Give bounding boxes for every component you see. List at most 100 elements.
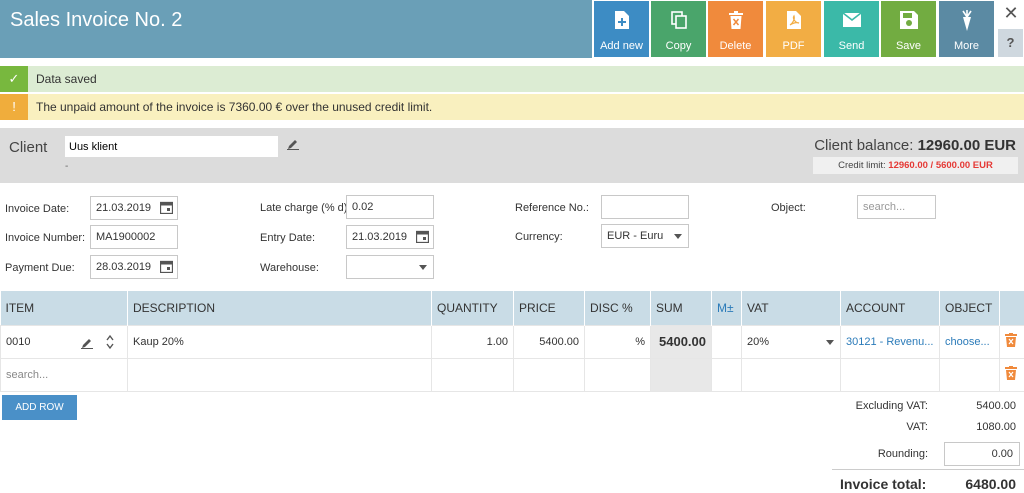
col-account: ACCOUNT <box>840 291 940 325</box>
delete-row-cell[interactable] <box>999 324 1024 359</box>
delete-button[interactable]: Delete <box>708 1 763 57</box>
description-cell[interactable] <box>127 357 432 392</box>
client-subtext: - <box>65 161 69 172</box>
col-actions <box>999 291 1024 325</box>
client-name-input[interactable] <box>65 136 278 157</box>
col-item: ITEM <box>0 291 128 325</box>
pencil-icon[interactable] <box>287 138 299 153</box>
invoice-rows-table: ITEM DESCRIPTION QUANTITY PRICE DISC % S… <box>0 291 1024 392</box>
add-new-label: Add new <box>600 40 643 52</box>
delete-row-cell[interactable] <box>999 357 1024 392</box>
checkmark-icon: ✓ <box>0 66 28 92</box>
credit-limit-value: 12960.00 / 5600.00 EUR <box>888 160 993 171</box>
client-balance: Client balance: 12960.00 EUR <box>814 137 1016 154</box>
vat-cell[interactable] <box>741 357 841 392</box>
entry-date-field[interactable]: 21.03.2019 <box>346 225 434 249</box>
pdf-button[interactable]: PDF <box>766 1 821 57</box>
account-cell[interactable] <box>840 357 940 392</box>
trash-icon[interactable] <box>1005 333 1017 347</box>
reorder-icon[interactable] <box>106 334 114 350</box>
object-cell[interactable]: choose... <box>939 324 1000 359</box>
quantity-cell[interactable]: 1.00 <box>431 324 514 359</box>
vat-value: 1080.00 <box>976 421 1016 433</box>
table-row: 0010 Kaup 20% 1.00 5400.00 % 5400.00 20%… <box>0 324 1024 359</box>
trash-icon[interactable] <box>1005 366 1017 380</box>
object-cell[interactable] <box>939 357 1000 392</box>
add-new-button[interactable]: Add new <box>594 1 649 57</box>
carrot-icon <box>939 9 994 31</box>
copy-label: Copy <box>665 40 692 52</box>
sum-cell <box>650 357 712 392</box>
col-sum: SUM <box>650 291 712 325</box>
price-cell[interactable] <box>513 357 585 392</box>
save-label: Save <box>895 40 922 52</box>
col-disc: DISC % <box>584 291 651 325</box>
credit-limit: Credit limit: 12960.00 / 5600.00 EUR <box>813 157 1018 174</box>
more-label: More <box>953 40 980 52</box>
warning-icon: ! <box>0 94 28 120</box>
disc-cell[interactable] <box>584 357 651 392</box>
title-bar: Sales Invoice No. 2 <box>0 0 592 58</box>
mpm-cell <box>711 324 742 359</box>
pencil-icon[interactable] <box>81 337 93 349</box>
copy-button[interactable]: Copy <box>651 1 706 57</box>
object-search-input[interactable]: search... <box>857 195 936 219</box>
close-icon[interactable]: ✕ <box>1000 2 1022 24</box>
account-cell[interactable]: 30121 - Revenu... <box>840 324 940 359</box>
vat-cell[interactable]: 20% <box>741 324 841 359</box>
description-cell[interactable]: Kaup 20% <box>127 324 432 359</box>
saved-message: ✓ Data saved <box>0 66 1024 92</box>
invoice-number-label: Invoice Number: <box>5 232 86 244</box>
calendar-icon[interactable] <box>160 201 173 214</box>
client-label: Client <box>9 139 48 156</box>
warehouse-select[interactable] <box>346 255 434 279</box>
copy-icon <box>651 9 706 31</box>
invoice-total-label: Invoice total: <box>840 476 927 492</box>
sum-cell: 5400.00 <box>650 324 712 359</box>
trash-icon <box>708 9 763 31</box>
disc-cell[interactable]: % <box>584 324 651 359</box>
saved-message-text: Data saved <box>36 72 97 86</box>
invoice-total-value: 6480.00 <box>965 476 1016 492</box>
late-charge-label: Late charge (% d): <box>260 202 351 214</box>
delete-label: Delete <box>719 40 752 52</box>
pdf-icon <box>766 9 821 31</box>
table-header: ITEM DESCRIPTION QUANTITY PRICE DISC % S… <box>0 291 1024 325</box>
payment-due-field[interactable]: 28.03.2019 <box>90 255 178 279</box>
invoice-date-field[interactable]: 21.03.2019 <box>90 196 178 220</box>
col-price: PRICE <box>513 291 585 325</box>
more-button[interactable]: More <box>939 1 994 57</box>
currency-label: Currency: <box>515 231 563 243</box>
help-button[interactable]: ? <box>998 29 1023 57</box>
chevron-down-icon <box>419 265 427 270</box>
excl-vat-label: Excluding VAT: <box>855 400 928 412</box>
send-button[interactable]: Send <box>824 1 879 57</box>
rounding-label: Rounding: <box>877 448 928 460</box>
item-cell[interactable]: 0010 <box>0 324 128 359</box>
reference-label: Reference No.: <box>515 202 589 214</box>
add-row-button[interactable]: ADD ROW <box>2 395 77 420</box>
calendar-icon[interactable] <box>416 230 429 243</box>
invoice-number-field[interactable]: MA1900002 <box>90 225 178 249</box>
currency-select[interactable]: EUR - Euru <box>601 224 689 248</box>
vat-value: 20% <box>747 335 770 348</box>
save-button[interactable]: Save <box>881 1 936 57</box>
envelope-icon <box>824 9 879 31</box>
warning-message: ! The unpaid amount of the invoice is 73… <box>0 94 1024 120</box>
late-charge-field[interactable]: 0.02 <box>346 195 434 219</box>
payment-due-value: 28.03.2019 <box>96 261 152 273</box>
invoice-date-label: Invoice Date: <box>5 203 70 215</box>
col-mpm[interactable]: M± <box>711 291 742 325</box>
totals-divider <box>832 469 1024 470</box>
calendar-icon[interactable] <box>160 260 173 273</box>
col-quantity: QUANTITY <box>431 291 514 325</box>
item-search-cell[interactable]: search... <box>0 357 128 392</box>
chevron-down-icon <box>674 234 682 239</box>
quantity-cell[interactable] <box>431 357 514 392</box>
price-cell[interactable]: 5400.00 <box>513 324 585 359</box>
excl-vat-value: 5400.00 <box>976 400 1016 412</box>
reference-field[interactable] <box>601 195 689 219</box>
header-bar: Sales Invoice No. 2 Add new Copy Delete … <box>0 0 1024 58</box>
item-code: 0010 <box>6 335 31 348</box>
rounding-input[interactable]: 0.00 <box>944 442 1020 466</box>
